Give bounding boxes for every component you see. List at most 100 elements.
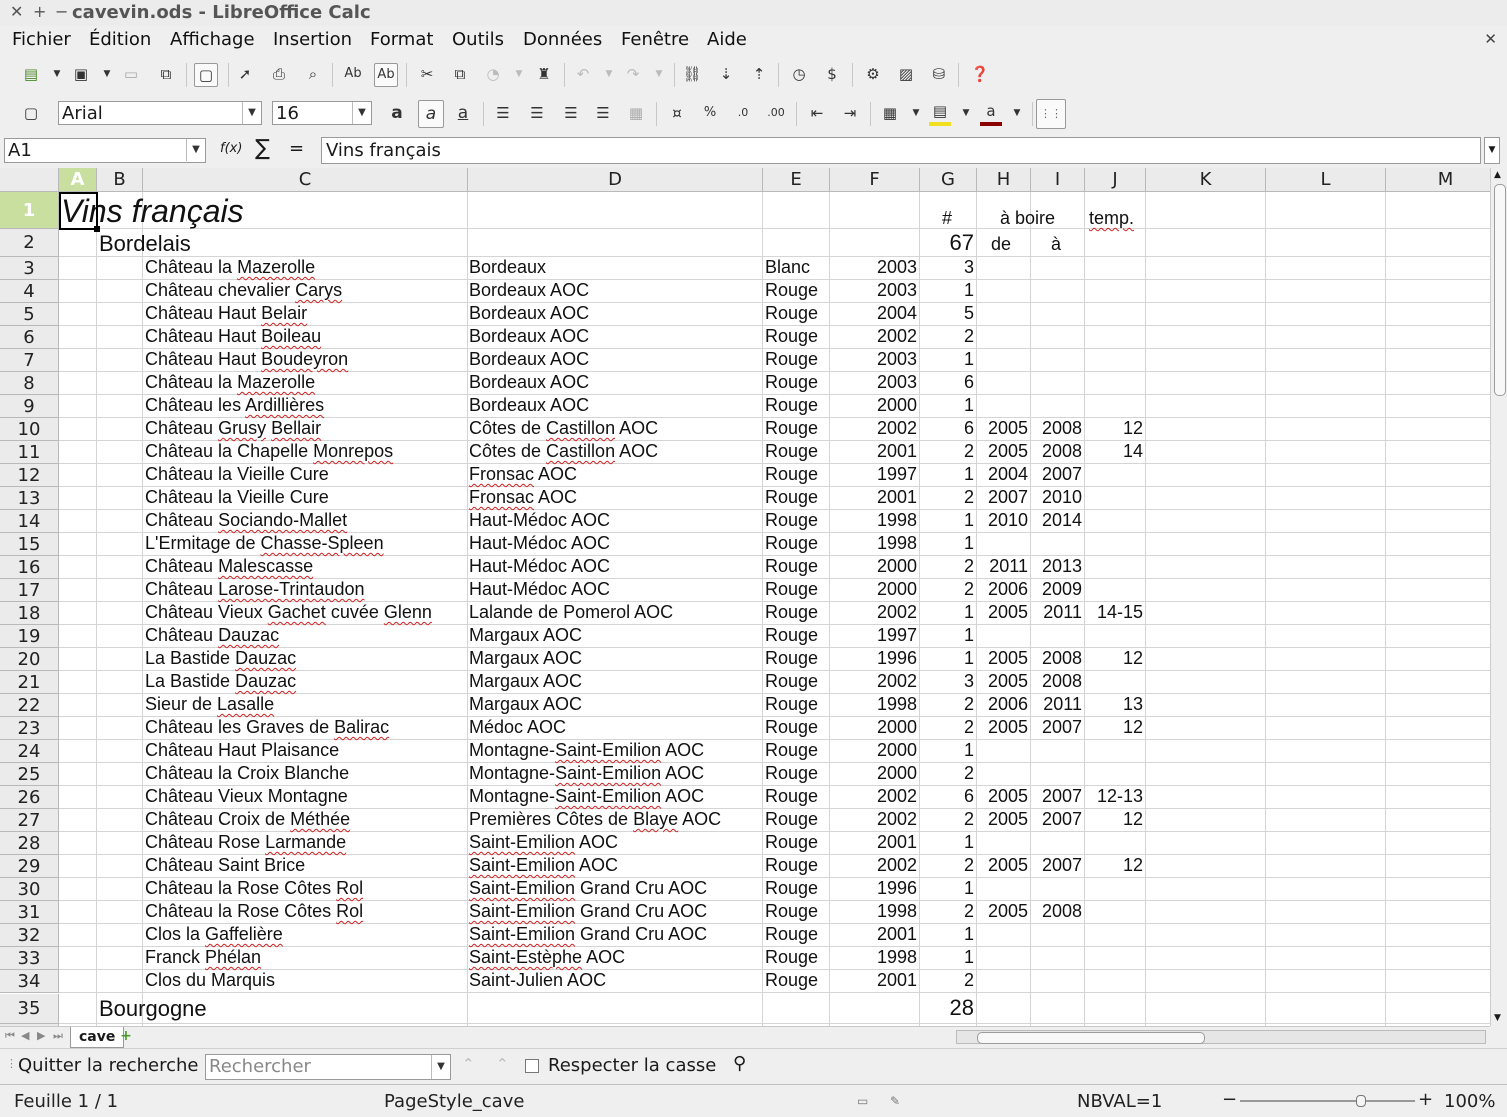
select-all-corner[interactable]	[0, 168, 59, 192]
row-header[interactable]: 2	[0, 229, 59, 257]
cell-appellation[interactable]: Haut-Médoc AOC	[469, 556, 762, 577]
redo-dropdown-icon[interactable]: ▼	[648, 63, 670, 85]
toolbar-overflow-icon[interactable]: ⋮⋮	[1036, 99, 1066, 129]
cell-quantity[interactable]: 1	[922, 602, 974, 623]
merge-cells-icon[interactable]: ▦	[625, 102, 647, 124]
cell-quantity[interactable]: 2	[922, 717, 974, 738]
cell-vintage[interactable]: 2003	[832, 257, 917, 278]
cell-vintage[interactable]: 2003	[832, 372, 917, 393]
cell-wine-color[interactable]: Blanc	[765, 257, 829, 278]
find-next-icon[interactable]: ⌃	[496, 1055, 509, 1073]
cell-wine-name[interactable]: Château Croix de Méthée	[145, 809, 467, 830]
menu-edition[interactable]: Édition	[89, 29, 151, 50]
cell-wine-name[interactable]: Clos la Gaffelière	[145, 924, 467, 945]
cell-quantity[interactable]: 1	[922, 395, 974, 416]
cell-wine-name[interactable]: La Bastide Dauzac	[145, 671, 467, 692]
underline-icon[interactable]: a	[452, 102, 474, 124]
horizontal-scrollbar[interactable]	[956, 1030, 1486, 1044]
cell-drink-from[interactable]: 2011	[979, 556, 1028, 577]
cell-quantity[interactable]: 1	[922, 924, 974, 945]
column-header-h[interactable]: H	[977, 168, 1031, 192]
cell-wine-name[interactable]: Château les Graves de Balirac	[145, 717, 467, 738]
cell-temperature[interactable]: 14	[1087, 441, 1143, 462]
templates-dropdown-icon[interactable]: ▼	[96, 63, 118, 85]
row-header[interactable]: 27	[0, 809, 59, 832]
row-header[interactable]: 32	[0, 924, 59, 947]
row-header[interactable]: 17	[0, 579, 59, 602]
italic-icon[interactable]: a	[418, 100, 444, 128]
cell-wine-name[interactable]: Château Haut Belair	[145, 303, 467, 324]
cell-wine-name[interactable]: Clos du Marquis	[145, 970, 467, 991]
history-icon[interactable]: ◷	[788, 63, 810, 85]
cell-temperature[interactable]: 12	[1087, 648, 1143, 669]
maximize-window-icon[interactable]: +	[33, 2, 46, 21]
increase-indent-icon[interactable]: ⇥	[839, 102, 861, 124]
cell-quantity[interactable]: 2	[922, 855, 974, 876]
column-header-l[interactable]: L	[1266, 168, 1386, 192]
cell-wine-name[interactable]: Château Haut Plaisance	[145, 740, 467, 761]
cell-vintage[interactable]: 1996	[832, 648, 917, 669]
cell-wine-color[interactable]: Rouge	[765, 326, 829, 347]
cell-wine-name[interactable]: Sieur de Lasalle	[145, 694, 467, 715]
row-header[interactable]: 1	[0, 192, 59, 229]
spreadsheet-grid[interactable]: A B C D E F G H I J K L M 1 2 3 4 5 6 7 8 9 10 11 12 13 14 15 16 17 18…	[0, 168, 1490, 1026]
cell-quantity[interactable]: 1	[922, 280, 974, 301]
cell-quantity[interactable]: 2	[922, 441, 974, 462]
cell-quantity[interactable]: 1	[922, 625, 974, 646]
cell-quantity[interactable]: 5	[922, 303, 974, 324]
quit-search-button[interactable]: Quitter la recherche	[18, 1055, 198, 1076]
cell-appellation[interactable]: Haut-Médoc AOC	[469, 533, 762, 554]
cell-wine-color[interactable]: Rouge	[765, 579, 829, 600]
column-header-m[interactable]: M	[1386, 168, 1490, 192]
cell-appellation[interactable]: Saint-Emilion AOC	[469, 832, 762, 853]
cell-drink-to[interactable]: 2008	[1033, 648, 1082, 669]
cell-wine-name[interactable]: Château la Rose Côtes Rol	[145, 901, 467, 922]
undo-dropdown-icon[interactable]: ▼	[598, 63, 620, 85]
cell-wine-name[interactable]: Château Vieux Gachet cuvée Glenn	[145, 602, 467, 623]
font-name-combo[interactable]: Arial ▼	[58, 101, 262, 125]
cell-drink-to[interactable]: 2007	[1033, 809, 1082, 830]
row-header[interactable]: 26	[0, 786, 59, 809]
cell-quantity[interactable]: 1	[922, 533, 974, 554]
cell-wine-color[interactable]: Rouge	[765, 947, 829, 968]
row-header[interactable]: 29	[0, 855, 59, 878]
cell-quantity[interactable]: 2	[922, 326, 974, 347]
cell-vintage[interactable]: 2001	[832, 441, 917, 462]
row-header[interactable]: 18	[0, 602, 59, 625]
styles-icon[interactable]: ▢	[20, 102, 42, 124]
clone-formatting-icon[interactable]: ♜	[533, 63, 555, 85]
cell-appellation[interactable]: Montagne-Saint-Emilion AOC	[469, 786, 762, 807]
templates-icon[interactable]: ▣	[70, 63, 92, 85]
cell-drink-to[interactable]: 2009	[1033, 579, 1082, 600]
row-header[interactable]: 14	[0, 510, 59, 533]
cell-appellation[interactable]: Côtes de Castillon AOC	[469, 441, 762, 462]
cell-a1-title[interactable]: Vins français	[61, 193, 461, 230]
cell-vintage[interactable]: 2000	[832, 579, 917, 600]
cell-wine-name[interactable]: Château la Mazerolle	[145, 372, 467, 393]
row-header[interactable]: 34	[0, 970, 59, 993]
cell-wine-color[interactable]: Rouge	[765, 694, 829, 715]
formula-icon[interactable]: =	[289, 138, 304, 159]
cell-appellation[interactable]: Saint-Emilion Grand Cru AOC	[469, 901, 762, 922]
zoom-slider-handle[interactable]	[1356, 1095, 1366, 1107]
cell-wine-name[interactable]: Château Malescasse	[145, 556, 467, 577]
cell-wine-name[interactable]: Château Saint Brice	[145, 855, 467, 876]
cell-appellation[interactable]: Margaux AOC	[469, 648, 762, 669]
cell-wine-name[interactable]: Château Haut Boileau	[145, 326, 467, 347]
cell-drink-to[interactable]: 2008	[1033, 901, 1082, 922]
cell-wine-color[interactable]: Rouge	[765, 809, 829, 830]
cell-vintage[interactable]: 1998	[832, 947, 917, 968]
cell-quantity[interactable]: 3	[922, 257, 974, 278]
row-header[interactable]: 6	[0, 326, 59, 349]
paste-icon[interactable]: ◔	[482, 63, 504, 85]
cell-temperature[interactable]: 13	[1087, 694, 1143, 715]
cell-wine-name[interactable]: Château Rose Larmande	[145, 832, 467, 853]
cell-g2-count[interactable]: 67	[922, 230, 974, 256]
minimize-window-icon[interactable]: −	[55, 2, 68, 21]
cell-drink-from[interactable]: 2010	[979, 510, 1028, 531]
cell-temperature[interactable]: 12	[1087, 855, 1143, 876]
cell-appellation[interactable]: Saint-Emilion Grand Cru AOC	[469, 924, 762, 945]
cell-wine-color[interactable]: Rouge	[765, 395, 829, 416]
cell-wine-color[interactable]: Rouge	[765, 901, 829, 922]
cell-drink-from[interactable]: 2007	[979, 487, 1028, 508]
